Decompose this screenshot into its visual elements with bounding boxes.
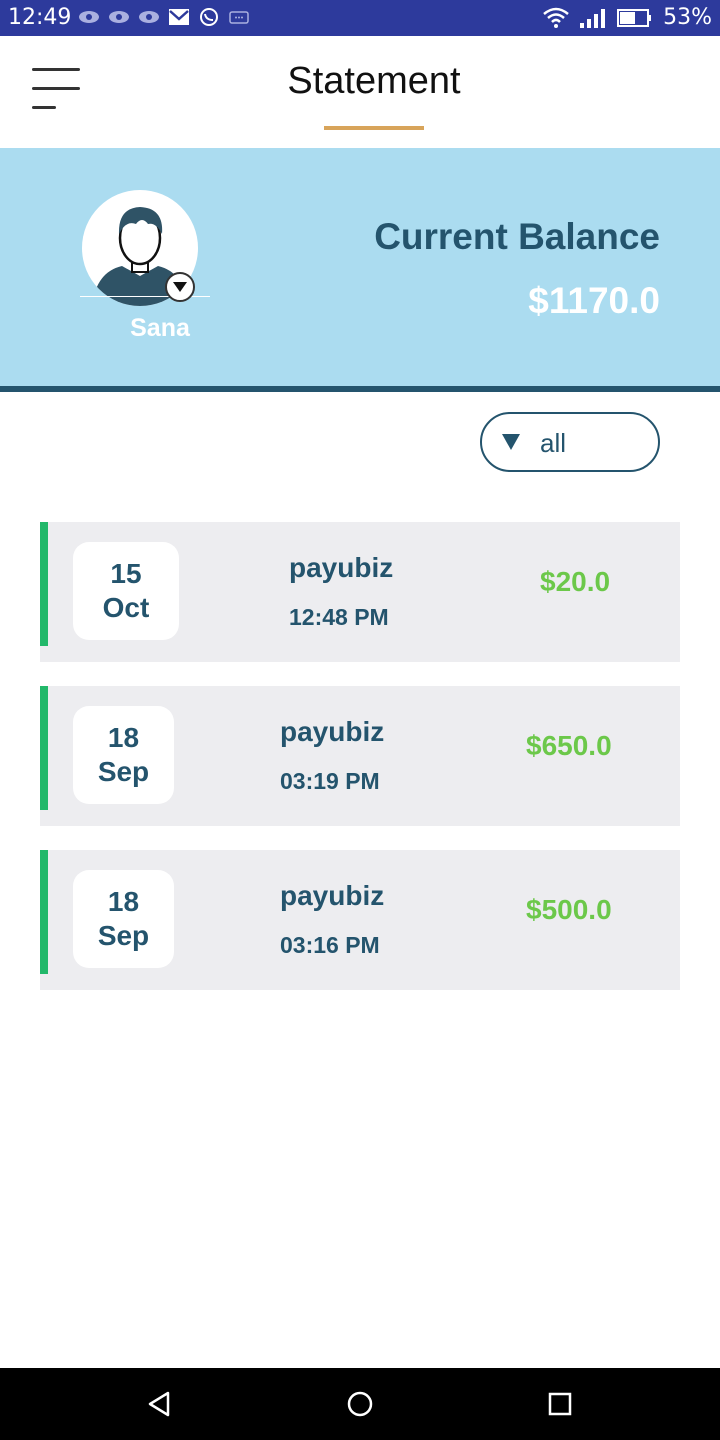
transaction-month: Oct <box>102 592 150 623</box>
transaction-time: 03:19 PM <box>280 768 380 794</box>
system-nav-bar <box>0 1368 720 1440</box>
battery-icon <box>617 8 652 27</box>
balance-value: $1170.0 <box>528 280 660 321</box>
balance-label: Current Balance <box>374 216 660 257</box>
message-icon <box>229 11 249 24</box>
transaction-row[interactable]: 18 Sep payubiz 03:16 PM $500.0 <box>40 850 680 990</box>
chevron-down-icon[interactable] <box>165 272 195 302</box>
transaction-date-badge: 18 Sep <box>73 870 174 968</box>
transaction-accent-bar <box>40 522 48 646</box>
battery-percent: 53% <box>663 5 712 30</box>
transaction-amount: $20.0 <box>540 566 611 597</box>
caret-down-icon <box>502 434 520 450</box>
status-right: 53% <box>543 5 712 30</box>
transaction-day: 15 <box>110 558 142 589</box>
filter-dropdown[interactable]: all <box>480 412 660 472</box>
panel-divider <box>0 386 720 392</box>
back-triangle-icon[interactable] <box>140 1386 180 1422</box>
transaction-time: 03:16 PM <box>280 932 380 958</box>
filter-selected-value: all <box>540 428 567 458</box>
app-header: Statement <box>0 36 720 148</box>
transaction-merchant: payubiz <box>280 880 385 911</box>
gmail-icon <box>169 9 189 25</box>
transaction-row[interactable]: 15 Oct payubiz 12:48 PM $20.0 <box>40 522 680 662</box>
transaction-day: 18 <box>107 722 140 753</box>
recents-square-icon[interactable] <box>540 1386 580 1422</box>
transaction-accent-bar <box>40 850 48 974</box>
user-name: Sana <box>130 314 190 342</box>
transaction-date-badge: 18 Sep <box>73 706 174 804</box>
status-bar: 12:49 53% <box>0 0 720 36</box>
transaction-accent-bar <box>40 686 48 810</box>
whatsapp-icon <box>200 8 218 26</box>
balance-panel: Sana Current Balance $1170.0 <box>0 148 720 386</box>
eye-icon <box>139 11 159 23</box>
title-underline <box>324 126 424 130</box>
transaction-amount: $500.0 <box>526 894 612 925</box>
transaction-merchant: payubiz <box>289 552 394 583</box>
transaction-month: Sep <box>97 920 150 951</box>
page-title: Statement <box>287 60 461 102</box>
transaction-month: Sep <box>97 756 150 787</box>
transaction-amount: $650.0 <box>526 730 612 761</box>
transaction-date-badge: 15 Oct <box>73 542 179 640</box>
notification-icons <box>78 8 250 26</box>
eye-icon <box>79 11 99 23</box>
transaction-row[interactable]: 18 Sep payubiz 03:19 PM $650.0 <box>40 686 680 826</box>
signal-icon <box>580 8 606 28</box>
eye-icon <box>109 11 129 23</box>
wifi-icon <box>543 7 569 28</box>
home-circle-icon[interactable] <box>340 1386 380 1422</box>
transaction-merchant: payubiz <box>280 716 385 747</box>
transaction-day: 18 <box>107 886 140 917</box>
status-time: 12:49 <box>8 5 72 30</box>
transaction-time: 12:48 PM <box>289 604 389 630</box>
